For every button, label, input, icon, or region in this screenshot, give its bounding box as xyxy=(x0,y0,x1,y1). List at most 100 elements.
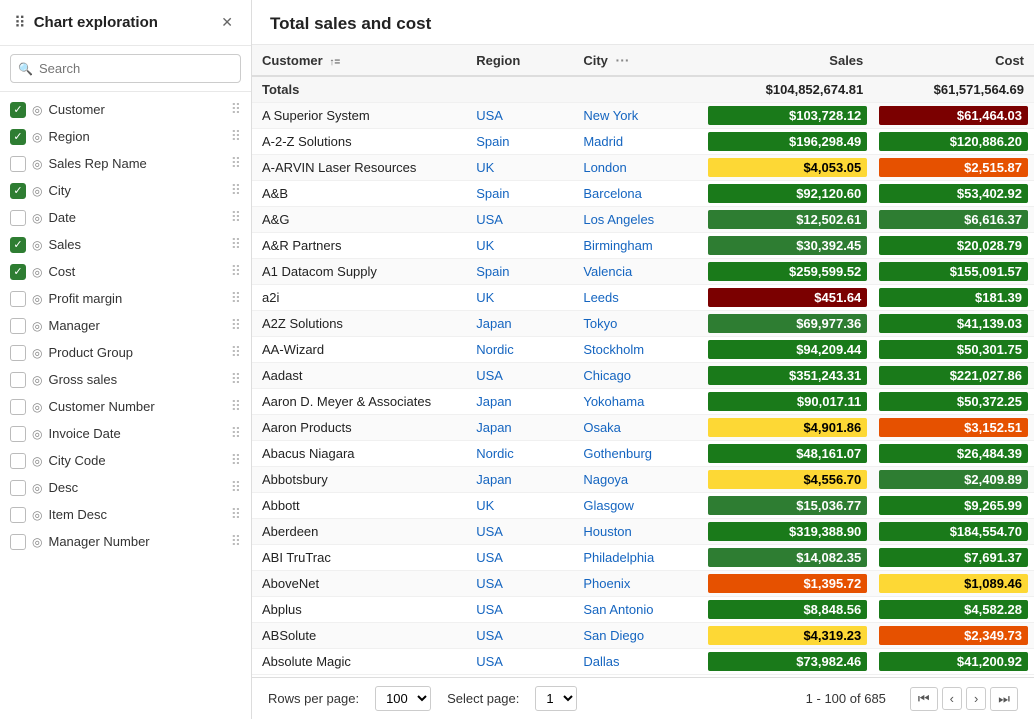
item-label-manager-number: Manager Number xyxy=(48,534,224,549)
table-row[interactable]: A Superior System USA New York $103,728.… xyxy=(252,103,1034,129)
table-row[interactable]: Abacus Niagara Nordic Gothenburg $48,161… xyxy=(252,441,1034,467)
cost-value: $20,028.79 xyxy=(879,236,1028,255)
table-row[interactable]: AA-Wizard Nordic Stockholm $94,209.44 $5… xyxy=(252,337,1034,363)
item-checkbox-city[interactable]: ✓ xyxy=(10,183,26,199)
totals-cost: $61,571,564.69 xyxy=(873,76,1034,103)
sales-value: $92,120.60 xyxy=(708,184,867,203)
last-page-button[interactable]: ⏭ xyxy=(990,687,1018,711)
table-wrapper[interactable]: Customer ↑= Region City ··· Sales Cost xyxy=(252,45,1034,677)
drag-handle-manager-number[interactable]: ⠿ xyxy=(231,533,241,550)
table-row[interactable]: Aaron D. Meyer & Associates Japan Yokoha… xyxy=(252,389,1034,415)
item-checkbox-city-code[interactable] xyxy=(10,453,26,469)
drag-handle-city-code[interactable]: ⠿ xyxy=(231,452,241,469)
drag-handle-gross-sales[interactable]: ⠿ xyxy=(231,371,241,388)
table-row[interactable]: a2i UK Leeds $451.64 $181.39 xyxy=(252,285,1034,311)
next-page-button[interactable]: › xyxy=(966,687,986,710)
drag-handle-desc[interactable]: ⠿ xyxy=(231,479,241,496)
prev-page-button[interactable]: ‹ xyxy=(942,687,962,710)
cost-value: $155,091.57 xyxy=(879,262,1028,281)
more-icon-city[interactable]: ··· xyxy=(616,52,630,68)
sidebar-item-customer[interactable]: ✓ ◎ Customer ⠿ xyxy=(0,96,251,123)
drag-handle-customer[interactable]: ⠿ xyxy=(231,101,241,118)
item-checkbox-gross-sales[interactable] xyxy=(10,372,26,388)
drag-handle-customer-number[interactable]: ⠿ xyxy=(231,398,241,415)
sidebar-item-item-desc[interactable]: ◎ Item Desc ⠿ xyxy=(0,501,251,528)
item-checkbox-customer[interactable]: ✓ xyxy=(10,102,26,118)
item-checkbox-sales-rep[interactable] xyxy=(10,156,26,172)
drag-handle-sales-rep[interactable]: ⠿ xyxy=(231,155,241,172)
item-checkbox-item-desc[interactable] xyxy=(10,507,26,523)
cost-value: $61,464.03 xyxy=(879,106,1028,125)
first-page-button[interactable]: ⏮ xyxy=(910,687,938,711)
item-checkbox-desc[interactable] xyxy=(10,480,26,496)
cell-city: Phoenix xyxy=(573,571,702,597)
col-header-cost[interactable]: Cost xyxy=(873,45,1034,76)
cell-cost: $6,616.37 xyxy=(873,207,1034,233)
table-row[interactable]: A&R Partners UK Birmingham $30,392.45 $2… xyxy=(252,233,1034,259)
col-header-region[interactable]: Region xyxy=(466,45,573,76)
drag-handle-profit-margin[interactable]: ⠿ xyxy=(231,290,241,307)
page-select[interactable]: 1 xyxy=(535,686,577,711)
sales-value: $196,298.49 xyxy=(708,132,867,151)
sidebar-item-desc[interactable]: ◎ Desc ⠿ xyxy=(0,474,251,501)
item-checkbox-manager-number[interactable] xyxy=(10,534,26,550)
sidebar-item-gross-sales[interactable]: ◎ Gross sales ⠿ xyxy=(0,366,251,393)
table-row[interactable]: Aaron Products Japan Osaka $4,901.86 $3,… xyxy=(252,415,1034,441)
item-checkbox-cost[interactable]: ✓ xyxy=(10,264,26,280)
table-row[interactable]: A&B Spain Barcelona $92,120.60 $53,402.9… xyxy=(252,181,1034,207)
item-checkbox-region[interactable]: ✓ xyxy=(10,129,26,145)
table-row[interactable]: Abbott UK Glasgow $15,036.77 $9,265.99 xyxy=(252,493,1034,519)
sidebar-item-customer-number[interactable]: ◎ Customer Number ⠿ xyxy=(0,393,251,420)
close-button[interactable]: ✕ xyxy=(217,12,237,33)
table-row[interactable]: Abplus USA San Antonio $8,848.56 $4,582.… xyxy=(252,597,1034,623)
table-row[interactable]: Aadast USA Chicago $351,243.31 $221,027.… xyxy=(252,363,1034,389)
table-row[interactable]: ABSolute USA San Diego $4,319.23 $2,349.… xyxy=(252,623,1034,649)
item-checkbox-date[interactable] xyxy=(10,210,26,226)
table-row[interactable]: ABI TruTrac USA Philadelphia $14,082.35 … xyxy=(252,545,1034,571)
rows-per-page-select[interactable]: 2550100200 xyxy=(375,686,431,711)
drag-handle-manager[interactable]: ⠿ xyxy=(231,317,241,334)
table-row[interactable]: A-2-Z Solutions Spain Madrid $196,298.49… xyxy=(252,129,1034,155)
table-row[interactable]: A1 Datacom Supply Spain Valencia $259,59… xyxy=(252,259,1034,285)
sidebar-item-cost[interactable]: ✓ ◎ Cost ⠿ xyxy=(0,258,251,285)
drag-handle-region[interactable]: ⠿ xyxy=(231,128,241,145)
sidebar-item-region[interactable]: ✓ ◎ Region ⠿ xyxy=(0,123,251,150)
sidebar-item-product-group[interactable]: ◎ Product Group ⠿ xyxy=(0,339,251,366)
table-row[interactable]: A2Z Solutions Japan Tokyo $69,977.36 $41… xyxy=(252,311,1034,337)
col-header-city[interactable]: City ··· xyxy=(573,45,702,76)
item-checkbox-profit-margin[interactable] xyxy=(10,291,26,307)
item-checkbox-product-group[interactable] xyxy=(10,345,26,361)
sidebar-item-city[interactable]: ✓ ◎ City ⠿ xyxy=(0,177,251,204)
sidebar-item-manager-number[interactable]: ◎ Manager Number ⠿ xyxy=(0,528,251,555)
table-row[interactable]: A-ARVIN Laser Resources UK London $4,053… xyxy=(252,155,1034,181)
drag-handle-sales[interactable]: ⠿ xyxy=(231,236,241,253)
item-checkbox-sales[interactable]: ✓ xyxy=(10,237,26,253)
cell-city: Madrid xyxy=(573,129,702,155)
table-row[interactable]: Abbotsbury Japan Nagoya $4,556.70 $2,409… xyxy=(252,467,1034,493)
table-row[interactable]: Absolute Magic USA Dallas $73,982.46 $41… xyxy=(252,649,1034,675)
item-checkbox-invoice-date[interactable] xyxy=(10,426,26,442)
col-header-sales[interactable]: Sales xyxy=(702,45,873,76)
col-header-customer[interactable]: Customer ↑= xyxy=(252,45,466,76)
drag-handle-product-group[interactable]: ⠿ xyxy=(231,344,241,361)
sidebar-item-city-code[interactable]: ◎ City Code ⠿ xyxy=(0,447,251,474)
item-icon-invoice-date: ◎ xyxy=(32,427,42,441)
table-row[interactable]: AboveNet USA Phoenix $1,395.72 $1,089.46 xyxy=(252,571,1034,597)
item-checkbox-manager[interactable] xyxy=(10,318,26,334)
sidebar-item-manager[interactable]: ◎ Manager ⠿ xyxy=(0,312,251,339)
sidebar-item-sales[interactable]: ✓ ◎ Sales ⠿ xyxy=(0,231,251,258)
item-label-sales-rep: Sales Rep Name xyxy=(48,156,224,171)
drag-handle-city[interactable]: ⠿ xyxy=(231,182,241,199)
sidebar-item-sales-rep[interactable]: ◎ Sales Rep Name ⠿ xyxy=(0,150,251,177)
drag-handle-date[interactable]: ⠿ xyxy=(231,209,241,226)
sidebar-item-date[interactable]: ◎ Date ⠿ xyxy=(0,204,251,231)
sidebar-item-profit-margin[interactable]: ◎ Profit margin ⠿ xyxy=(0,285,251,312)
drag-handle-cost[interactable]: ⠿ xyxy=(231,263,241,280)
sidebar-item-invoice-date[interactable]: ◎ Invoice Date ⠿ xyxy=(0,420,251,447)
table-row[interactable]: A&G USA Los Angeles $12,502.61 $6,616.37 xyxy=(252,207,1034,233)
table-row[interactable]: Aberdeen USA Houston $319,388.90 $184,55… xyxy=(252,519,1034,545)
drag-handle-item-desc[interactable]: ⠿ xyxy=(231,506,241,523)
drag-handle-invoice-date[interactable]: ⠿ xyxy=(231,425,241,442)
search-input[interactable] xyxy=(10,54,241,83)
item-checkbox-customer-number[interactable] xyxy=(10,399,26,415)
